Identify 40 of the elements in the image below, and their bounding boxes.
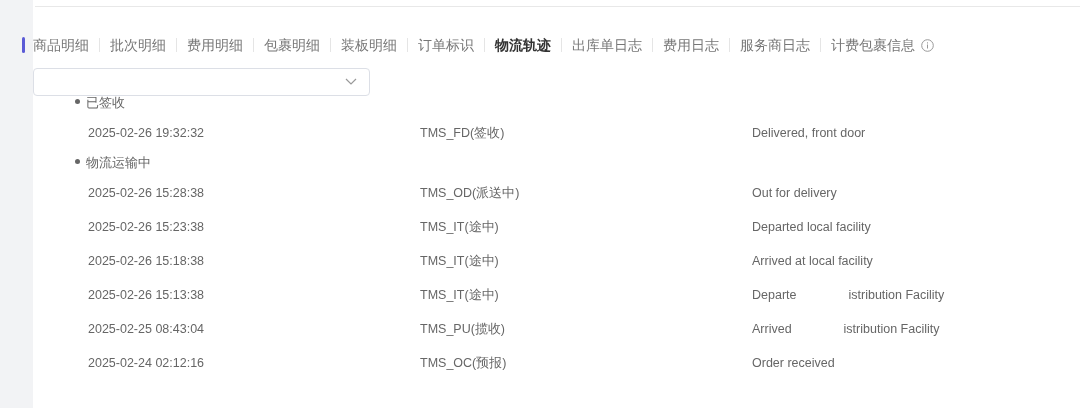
event-time: 2025-02-25 08:43:04 bbox=[88, 320, 206, 338]
tab[interactable]: 装板明细 bbox=[341, 34, 397, 56]
event-code: TMS_IT(途中) bbox=[420, 252, 500, 270]
event-time: 2025-02-26 15:23:38 bbox=[88, 218, 206, 236]
event-code: TMS_IT(途中) bbox=[420, 218, 500, 236]
tab[interactable]: 出库单日志 bbox=[572, 34, 642, 56]
event-code: TMS_FD(签收) bbox=[420, 124, 506, 142]
status-heading: 已签收 bbox=[86, 94, 125, 113]
event-description: Departed local facility bbox=[752, 218, 871, 236]
event-description: Out for delivery bbox=[752, 184, 837, 202]
tab[interactable]: 服务商日志 bbox=[740, 34, 810, 56]
tab[interactable]: 订单标识 bbox=[418, 34, 474, 56]
event-code: TMS_OD(派送中) bbox=[420, 184, 521, 202]
event-time: 2025-02-26 15:28:38 bbox=[88, 184, 206, 202]
event-time: 2025-02-26 15:18:38 bbox=[88, 252, 206, 270]
event-description: istribution Facility bbox=[848, 286, 945, 304]
event-description: Delivered, front door bbox=[752, 124, 866, 142]
chevron-down-icon bbox=[345, 78, 357, 86]
event-code: TMS_OC(预报) bbox=[420, 354, 508, 372]
tab[interactable]: 批次明细 bbox=[110, 34, 166, 56]
event-time: 2025-02-26 15:13:38 bbox=[88, 286, 206, 304]
event-description: istribution Facility bbox=[843, 320, 940, 338]
tab[interactable]: 包裹明细 bbox=[264, 34, 320, 56]
event-time: 2025-02-26 19:32:32 bbox=[88, 124, 206, 142]
event-time: 2025-02-24 02:12:16 bbox=[88, 354, 206, 372]
tab[interactable]: 商品明细 bbox=[33, 34, 89, 56]
event-code: TMS_PU(揽收) bbox=[420, 320, 507, 338]
active-marker bbox=[22, 37, 25, 53]
event-code: TMS_IT(途中) bbox=[420, 286, 500, 304]
status-heading: 物流运输中 bbox=[86, 154, 151, 173]
event-description: Departe bbox=[752, 286, 797, 304]
event-description: Arrived bbox=[752, 320, 792, 338]
dropdown[interactable] bbox=[33, 68, 370, 96]
event-description: Order received bbox=[752, 354, 835, 372]
tab[interactable]: 费用日志 bbox=[663, 34, 719, 56]
tab[interactable]: 计费包裹信息 bbox=[831, 34, 915, 56]
tab[interactable]: 费用明细 bbox=[187, 34, 243, 56]
info-icon[interactable] bbox=[921, 38, 934, 52]
event-description: Arrived at local facility bbox=[752, 252, 873, 270]
tab[interactable]: 物流轨迹 bbox=[495, 34, 551, 56]
